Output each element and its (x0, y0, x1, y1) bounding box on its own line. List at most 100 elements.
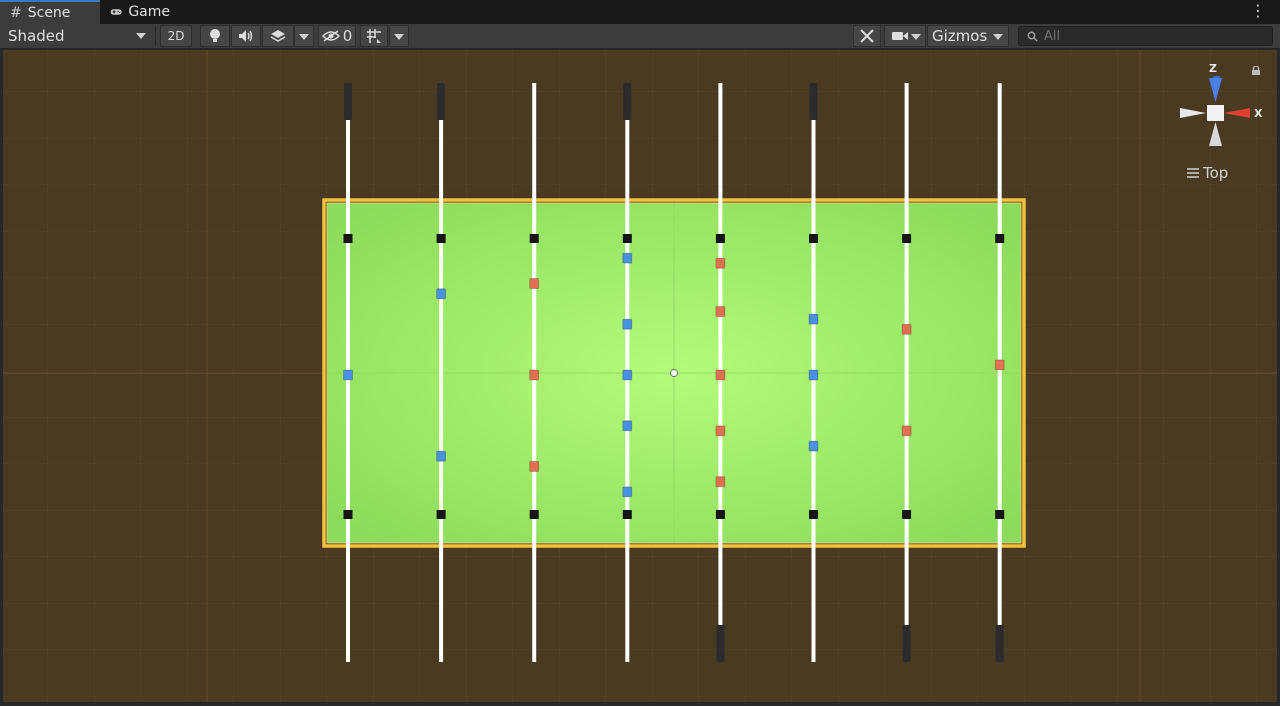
effects-toggle-button[interactable] (262, 25, 294, 47)
effects-dropdown-button[interactable] (294, 25, 314, 47)
tab-scene-label: Scene (27, 5, 71, 21)
rod-shaft[interactable] (904, 83, 909, 662)
rod-bumper (622, 234, 632, 243)
rod-handle[interactable] (716, 625, 725, 662)
player-blue[interactable] (436, 288, 447, 300)
grid-snap-button[interactable] (360, 25, 388, 47)
axis-z-cone[interactable] (1209, 78, 1222, 102)
rod-handle[interactable] (809, 83, 818, 120)
rod-bumper (902, 510, 912, 519)
toggle-2d-label: 2D (167, 29, 185, 43)
tools-icon (860, 29, 874, 43)
view-label-text: Top (1203, 164, 1229, 182)
player-blue[interactable] (622, 420, 633, 432)
tab-game[interactable]: Game (100, 0, 180, 24)
audio-toggle-button[interactable] (231, 25, 261, 47)
rod-bumper (809, 510, 818, 519)
lock-icon[interactable] (1251, 66, 1261, 75)
player-red[interactable] (715, 257, 726, 269)
tab-game-label: Game (128, 4, 170, 20)
scene-search[interactable] (1018, 26, 1273, 46)
axis-neg-x-cone[interactable] (1180, 108, 1206, 118)
rod-bumper (529, 510, 539, 519)
tab-scene[interactable]: # Scene (0, 0, 100, 24)
grid-dropdown-button[interactable] (389, 25, 409, 47)
search-input[interactable] (1044, 28, 1254, 44)
player-blue[interactable] (808, 369, 819, 381)
player-blue[interactable] (436, 450, 447, 462)
axis-neg-z-cone[interactable] (1209, 122, 1222, 146)
player-blue[interactable] (622, 252, 633, 264)
rod-handle[interactable] (995, 625, 1004, 662)
player-blue[interactable] (622, 318, 633, 330)
rod-bumper (995, 510, 1005, 519)
rod-handle[interactable] (344, 83, 352, 120)
player-red[interactable] (529, 369, 540, 381)
rod-handle[interactable] (437, 83, 446, 120)
shading-mode-value: Shaded (8, 27, 65, 45)
player-red[interactable] (994, 359, 1005, 371)
ball[interactable] (670, 369, 678, 377)
chevron-down-icon (394, 34, 404, 40)
chevron-down-icon (993, 34, 1003, 40)
grid-snap-icon (367, 29, 381, 43)
player-blue[interactable] (622, 369, 633, 381)
player-blue[interactable] (808, 440, 819, 452)
tools-button[interactable] (853, 25, 881, 47)
axis-x-cone[interactable] (1224, 108, 1250, 118)
lighting-toggle-button[interactable] (200, 25, 230, 47)
rod-handle[interactable] (623, 83, 632, 120)
chevron-down-icon (136, 33, 146, 39)
rod-shaft[interactable] (997, 83, 1002, 662)
gizmos-label: Gizmos (932, 27, 988, 45)
rod-bumper (343, 234, 353, 243)
view-label[interactable]: Top (1187, 164, 1228, 182)
hidden-objects-toggle-button[interactable]: 0 (318, 25, 356, 47)
hidden-count: 0 (342, 27, 353, 45)
speaker-icon (239, 30, 253, 42)
toolbar-divider (155, 27, 156, 45)
gamepad-icon (110, 9, 122, 15)
rod-bumper (902, 234, 912, 243)
gizmos-dropdown[interactable]: Gizmos (927, 25, 1009, 47)
grid-hash-icon: # (10, 5, 22, 21)
player-blue[interactable] (808, 313, 819, 325)
player-red[interactable] (529, 278, 540, 289)
scene-viewport[interactable] (3, 50, 1277, 702)
rod-bumper (529, 234, 539, 243)
player-red[interactable] (901, 323, 912, 335)
rod-bumper (436, 234, 446, 243)
rod-bumper (715, 234, 725, 243)
player-red[interactable] (901, 425, 912, 437)
rod-handle[interactable] (902, 625, 911, 662)
menu-lines-icon (1187, 168, 1199, 178)
rod-shaft[interactable] (439, 83, 444, 662)
eye-hidden-icon (321, 30, 340, 42)
rod-bumper (715, 510, 725, 519)
more-options-icon[interactable]: ⋮ (1250, 2, 1266, 20)
projection-cube[interactable] (1207, 105, 1224, 121)
shading-mode-dropdown[interactable]: Shaded (0, 25, 152, 47)
rod-bumper (622, 510, 632, 519)
axis-x-label: X (1254, 107, 1263, 120)
camera-icon (892, 32, 908, 40)
axis-z-label: Z (1209, 62, 1217, 75)
player-red[interactable] (715, 476, 726, 488)
camera-settings-button[interactable] (884, 25, 926, 47)
player-red[interactable] (529, 461, 540, 472)
tab-bar: # Scene Game ⋮ (0, 0, 1280, 24)
chevron-down-icon (299, 34, 309, 40)
player-blue[interactable] (622, 486, 633, 498)
rod-bumper (343, 510, 353, 519)
search-icon (1027, 31, 1038, 42)
toggle-2d-button[interactable]: 2D (160, 25, 192, 47)
player-red[interactable] (715, 425, 726, 437)
rod-bumper (436, 510, 446, 519)
chevron-down-icon (911, 34, 921, 40)
layers-icon (270, 30, 286, 42)
scene-toolbar: Shaded 2D 0 Gizmos All (0, 24, 1280, 49)
player-red[interactable] (715, 369, 726, 381)
lightbulb-icon (210, 29, 220, 42)
player-red[interactable] (715, 306, 726, 317)
player-blue[interactable] (343, 369, 353, 381)
